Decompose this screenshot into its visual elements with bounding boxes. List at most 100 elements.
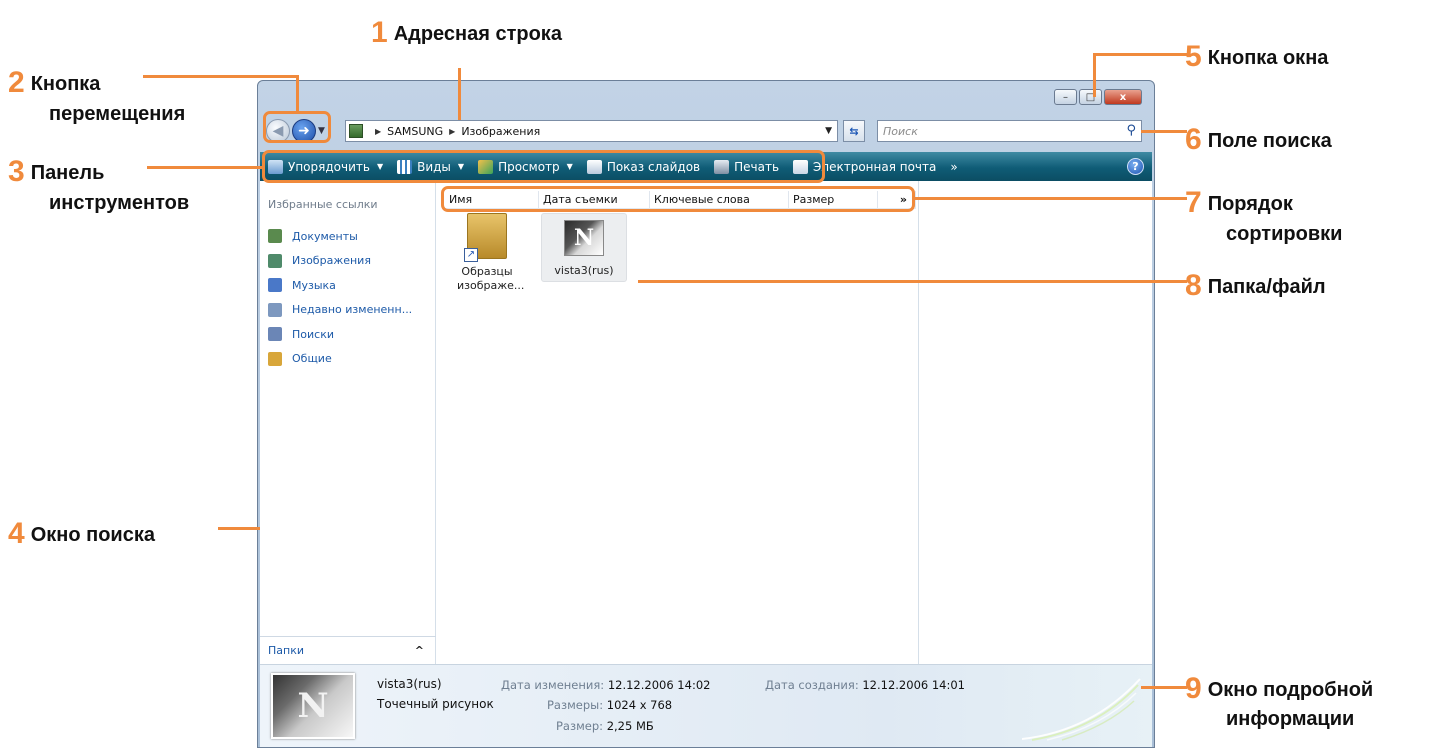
content-area: Избранные ссылки Документы Изображения М… <box>260 181 1152 664</box>
file-name: vista3(rus) <box>554 264 614 277</box>
help-button[interactable]: ? <box>1127 158 1144 175</box>
folder-shortcut-icon: ↗ <box>464 213 507 262</box>
favorite-link-documents[interactable]: Документы <box>268 224 412 249</box>
navigation-pane: Избранные ссылки Документы Изображения М… <box>260 181 436 664</box>
callout-number: 7 <box>1185 186 1202 219</box>
folders-label: Папки <box>268 644 304 657</box>
callout-text: Окно поиска <box>30 524 155 546</box>
highlight-toolbar <box>262 150 825 183</box>
favorite-label: Недавно измененн... <box>292 303 413 317</box>
callout-number: 9 <box>1185 672 1202 705</box>
searches-icon <box>268 327 282 342</box>
callout-leader-8 <box>638 280 1187 283</box>
minimize-button[interactable]: – <box>1054 89 1077 105</box>
callout-number: 2 <box>8 66 25 99</box>
callout-text: инструментов <box>49 192 190 214</box>
callout-9-line2: информации <box>1226 706 1354 733</box>
callout-4: 4 Окно поиска <box>8 514 155 555</box>
chevron-up-icon: ^ <box>414 644 424 657</box>
details-file-name: vista3(rus) <box>377 677 442 691</box>
callout-7: 7 Порядок <box>1185 183 1293 224</box>
favorite-label: Музыка <box>292 278 336 292</box>
callout-1: 1 Адресная строка <box>371 13 562 54</box>
details-file-type: Точечный рисунок <box>377 697 494 711</box>
details-dimensions-value: 1024 x 768 <box>606 698 673 712</box>
callout-leader-1 <box>458 68 461 120</box>
help-icon: ? <box>1132 160 1139 173</box>
pane-divider <box>918 181 919 664</box>
favorite-link-public[interactable]: Общие <box>268 347 412 372</box>
callout-number: 6 <box>1185 123 1202 156</box>
location-icon <box>349 124 363 138</box>
search-icon[interactable]: ⚲ <box>1126 123 1136 138</box>
favorites-list: Документы Изображения Музыка Недавно изм… <box>268 224 412 371</box>
details-modified-value[interactable]: 12.12.2006 14:02 <box>608 678 711 692</box>
favorite-link-pictures[interactable]: Изображения <box>268 249 412 274</box>
maximize-button[interactable]: □ <box>1079 89 1102 105</box>
callout-number: 4 <box>8 517 25 550</box>
callout-number: 1 <box>371 16 388 49</box>
search-placeholder: Поиск <box>883 124 918 138</box>
details-dimensions: Размеры: 1024 x 768 <box>547 698 672 712</box>
folders-toggle[interactable]: Папки ^ <box>260 636 436 664</box>
pictures-icon <box>268 253 282 268</box>
breadcrumb-separator-icon[interactable]: ▶ <box>449 127 455 136</box>
details-thumbnail: N <box>271 673 355 739</box>
public-icon <box>268 351 282 366</box>
breadcrumb-folder[interactable]: Изображения <box>461 125 540 138</box>
favorite-link-music[interactable]: Музыка <box>268 273 412 298</box>
callout-text: Окно подробной <box>1207 679 1374 701</box>
decorative-swoosh <box>1022 678 1141 741</box>
file-name: изображе... <box>457 279 525 293</box>
refresh-icon: ⇆ <box>849 124 859 138</box>
file-item-image[interactable]: N vista3(rus) <box>541 213 627 283</box>
address-bar[interactable]: ▶ SAMSUNG ▶ Изображения ▼ <box>345 120 838 142</box>
refresh-button[interactable]: ⇆ <box>843 120 865 142</box>
callout-text: сортировки <box>1226 223 1343 245</box>
favorites-title: Избранные ссылки <box>268 198 378 211</box>
close-button[interactable]: x <box>1104 89 1142 105</box>
toolbar-more-button[interactable]: » <box>950 160 957 174</box>
callout-leader-6 <box>1141 130 1187 133</box>
favorite-label: Документы <box>292 229 358 243</box>
file-name: Образцы <box>461 265 513 278</box>
favorite-label: Изображения <box>292 254 371 268</box>
callout-leader-3 <box>147 166 262 169</box>
callout-text: Папка/файл <box>1207 276 1326 298</box>
favorite-link-recent[interactable]: Недавно измененн... <box>268 298 412 323</box>
details-modified-label: Дата изменения: <box>501 678 605 692</box>
callout-leader-2-vertical <box>296 75 299 112</box>
shortcut-arrow-icon: ↗ <box>464 248 478 262</box>
favorite-link-searches[interactable]: Поиски <box>268 322 412 347</box>
address-dropdown-icon[interactable]: ▼ <box>825 126 832 136</box>
search-input[interactable]: Поиск ⚲ <box>877 120 1142 142</box>
details-pane: N vista3(rus) Точечный рисунок Дата изме… <box>260 664 1152 747</box>
file-item-folder[interactable]: ↗ Образцы изображе... <box>457 213 525 294</box>
callout-3: 3 Панель <box>8 152 104 193</box>
callout-text: Поле поиска <box>1207 130 1332 152</box>
callout-8: 8 Папка/файл <box>1185 266 1326 307</box>
image-thumbnail-icon: N <box>564 220 604 256</box>
toolbar-more-label: » <box>950 159 958 174</box>
callout-leader-5-vertical <box>1093 53 1096 97</box>
callout-leader-2 <box>143 75 298 78</box>
details-created: Дата создания: 12.12.2006 14:01 <box>765 678 965 692</box>
callout-text: Порядок <box>1207 193 1293 215</box>
callout-2-line2: перемещения <box>49 101 185 128</box>
callout-leader-7 <box>914 197 1187 200</box>
favorite-label: Общие <box>292 352 332 366</box>
highlight-column-headers <box>441 186 915 212</box>
callout-text: Кнопка окна <box>1207 47 1329 69</box>
breadcrumb-root[interactable]: SAMSUNG <box>387 125 443 138</box>
breadcrumb-separator-icon[interactable]: ▶ <box>375 127 381 136</box>
details-dimensions-label: Размеры: <box>547 698 604 712</box>
callout-number: 5 <box>1185 40 1202 73</box>
callout-leader-9 <box>1141 686 1187 689</box>
callout-5: 5 Кнопка окна <box>1185 37 1328 78</box>
details-created-value[interactable]: 12.12.2006 14:01 <box>862 678 965 692</box>
details-size-value: 2,25 МБ <box>606 719 654 733</box>
details-modified: Дата изменения: 12.12.2006 14:02 <box>501 678 710 692</box>
email-label: Электронная почта <box>813 159 937 174</box>
recent-icon <box>268 302 282 317</box>
documents-icon <box>268 229 282 244</box>
